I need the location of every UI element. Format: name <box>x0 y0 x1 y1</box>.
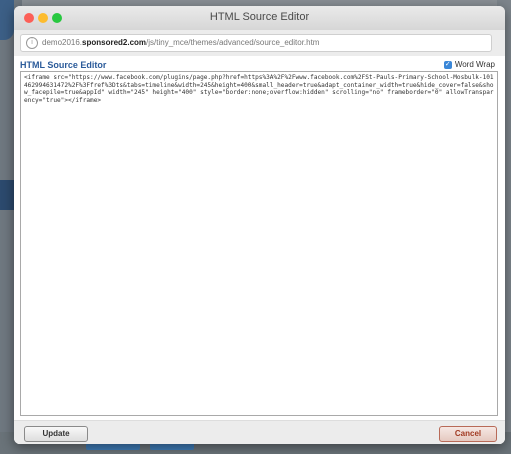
window-title: HTML Source Editor <box>209 11 310 23</box>
cancel-button[interactable]: Cancel <box>439 426 497 442</box>
word-wrap-checkbox[interactable]: ✓ <box>443 60 452 69</box>
editor-title: HTML Source Editor <box>20 60 107 70</box>
url-domain: sponsored2.com <box>82 38 147 47</box>
source-code-textarea[interactable]: <iframe src="https://www.facebook.com/pl… <box>20 71 498 416</box>
title-bar[interactable]: HTML Source Editor <box>14 6 505 30</box>
url-path: /js/tiny_mce/themes/advanced/source_edit… <box>146 38 320 47</box>
info-icon[interactable]: i <box>26 36 38 49</box>
url-prefix: demo2016. <box>42 38 83 47</box>
word-wrap-toggle[interactable]: ✓ Word Wrap <box>443 60 495 69</box>
dialog-footer: Update Cancel <box>14 420 505 444</box>
update-button[interactable]: Update <box>24 426 88 442</box>
address-bar[interactable]: i demo2016.sponsored2.com/js/tiny_mce/the… <box>20 34 492 52</box>
editor-panel: HTML Source Editor ✓ Word Wrap <iframe sr… <box>14 56 505 444</box>
source-editor-window: HTML Source Editor i demo2016.sponsored2.… <box>14 6 505 444</box>
word-wrap-label: Word Wrap <box>454 60 495 69</box>
background-page-element <box>0 0 14 40</box>
